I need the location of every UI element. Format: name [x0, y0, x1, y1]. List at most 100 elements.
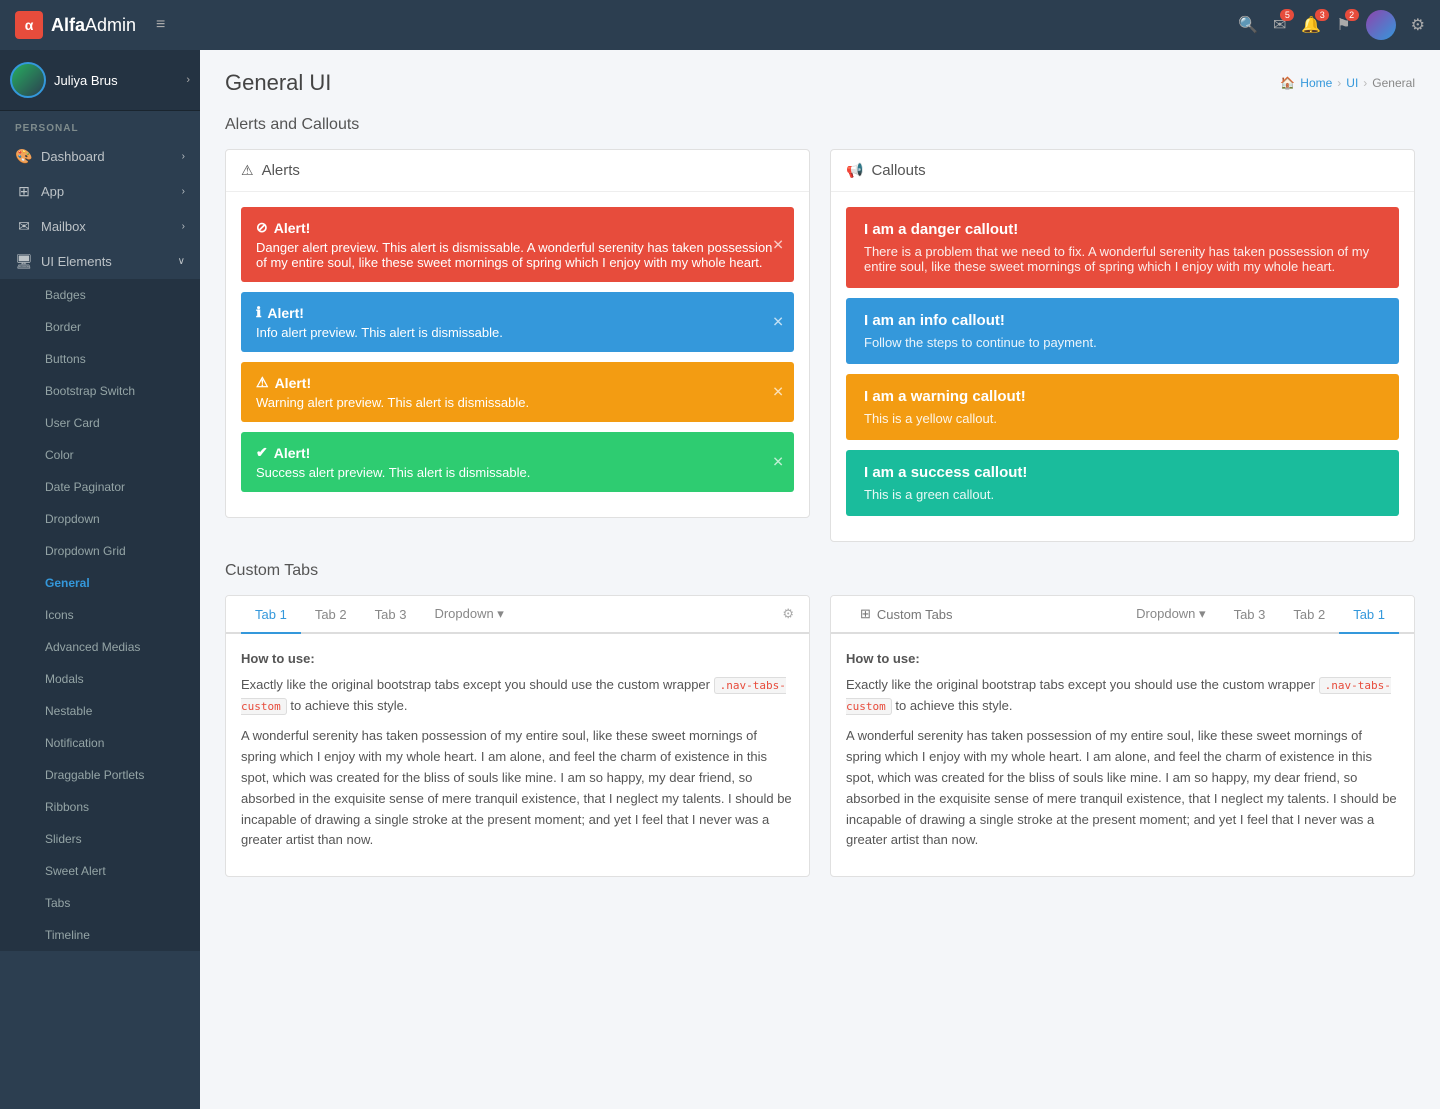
bell-badge: 3	[1315, 9, 1329, 21]
user-avatar[interactable]	[1366, 10, 1396, 40]
callout-success-title: I am a success callout!	[864, 464, 1381, 481]
callout-info-title: I am an info callout!	[864, 312, 1381, 329]
submenu-timeline[interactable]: Timeline	[0, 919, 200, 951]
alert-danger-close[interactable]: ✕	[772, 236, 784, 253]
navbar-right: 🔍 ✉ 5 🔔 3 ⚑ 2 ⚙	[1238, 10, 1425, 40]
flag-badge: 2	[1345, 9, 1359, 21]
sidebar-item-dashboard[interactable]: 🎨 Dashboard ›	[0, 139, 200, 174]
submenu-badges[interactable]: Badges	[0, 279, 200, 311]
submenu-bootstrap-switch[interactable]: Bootstrap Switch	[0, 375, 200, 407]
callout-success-text: This is a green callout.	[864, 487, 1381, 502]
tabs-right-nav: ⊞ Custom Tabs Dropdown ▾ Tab 3 Tab 2 Tab…	[831, 596, 1414, 634]
sidebar-avatar	[10, 62, 46, 98]
navbar-toggle-button[interactable]: ≡	[156, 16, 165, 34]
search-icon[interactable]: 🔍	[1238, 15, 1258, 35]
tabs-left-content: How to use: Exactly like the original bo…	[226, 634, 809, 876]
submenu-sweet-alert[interactable]: Sweet Alert	[0, 855, 200, 887]
callout-warning-title: I am a warning callout!	[864, 388, 1381, 405]
breadcrumb-home-icon: 🏠	[1280, 76, 1295, 90]
alert-success-close[interactable]: ✕	[772, 454, 784, 471]
submenu-sliders[interactable]: Sliders	[0, 823, 200, 855]
settings-icon[interactable]: ⚙	[1411, 15, 1425, 35]
submenu-advanced-medias[interactable]: Advanced Medias	[0, 631, 200, 663]
flag-icon[interactable]: ⚑ 2	[1336, 15, 1350, 35]
submenu-buttons[interactable]: Buttons	[0, 343, 200, 375]
main-content: General UI 🏠 Home › UI › General Alerts …	[200, 50, 1440, 1109]
submenu-date-paginator[interactable]: Date Paginator	[0, 471, 200, 503]
brand-icon: α	[15, 11, 43, 39]
submenu-user-card[interactable]: User Card	[0, 407, 200, 439]
alert-success-title: ✔ Alert!	[256, 444, 779, 461]
tab-left-dropdown[interactable]: Dropdown ▾	[420, 596, 517, 634]
alert-warning-close[interactable]: ✕	[772, 384, 784, 401]
tab-left-1[interactable]: Tab 1	[241, 597, 301, 634]
dashboard-icon: 🎨	[15, 148, 33, 165]
sidebar-user-name: Juliya Brus	[54, 73, 186, 88]
callouts-header-icon: 📢	[846, 162, 863, 179]
callouts-panel-title: Callouts	[871, 162, 925, 179]
submenu-tabs[interactable]: Tabs	[0, 887, 200, 919]
sidebar-user[interactable]: Juliya Brus ›	[0, 50, 200, 111]
tabs-left-body-text: A wonderful serenity has taken possessio…	[241, 726, 794, 851]
bell-icon[interactable]: 🔔 3	[1301, 15, 1321, 35]
sidebar-item-ui-elements[interactable]: 🖥 UI Elements ∨	[0, 244, 200, 279]
sidebar-item-mailbox[interactable]: ✉ Mailbox ›	[0, 209, 200, 244]
submenu-ribbons[interactable]: Ribbons	[0, 791, 200, 823]
ui-elements-icon: 🖥	[15, 253, 33, 270]
tabs-right-panel: ⊞ Custom Tabs Dropdown ▾ Tab 3 Tab 2 Tab…	[830, 595, 1415, 877]
submenu-dropdown-grid[interactable]: Dropdown Grid	[0, 535, 200, 567]
submenu-draggable-portlets[interactable]: Draggable Portlets	[0, 759, 200, 791]
ui-elements-arrow-icon: ∨	[178, 256, 185, 267]
alert-info-close[interactable]: ✕	[772, 314, 784, 331]
page-title: General UI	[225, 70, 331, 96]
submenu-nestable[interactable]: Nestable	[0, 695, 200, 727]
alert-danger-icon: ⊘	[256, 219, 268, 236]
alert-warning-title: ⚠ Alert!	[256, 374, 779, 391]
tab-right-dropdown[interactable]: Dropdown ▾	[1122, 596, 1219, 634]
breadcrumb-home[interactable]: Home	[1300, 76, 1332, 90]
sidebar-section-personal: PERSONAL	[0, 111, 200, 139]
submenu-border[interactable]: Border	[0, 311, 200, 343]
alerts-panel-col: ⚠ Alerts ⊘ Alert! Danger alert preview. …	[225, 149, 810, 542]
submenu-notification[interactable]: Notification	[0, 727, 200, 759]
tabs-section-title: Custom Tabs	[225, 562, 1415, 580]
how-to-line1-right: Exactly like the original bootstrap tabs…	[846, 675, 1399, 717]
sidebar-item-label-mailbox: Mailbox	[41, 219, 86, 234]
tab-right-3[interactable]: Tab 3	[1220, 597, 1280, 634]
dashboard-arrow-icon: ›	[182, 151, 185, 162]
alert-info-icon: ℹ	[256, 304, 261, 321]
submenu-color[interactable]: Color	[0, 439, 200, 471]
brand-text: AlfaAdmin	[51, 15, 136, 36]
tab-right-1[interactable]: Tab 1	[1339, 597, 1399, 634]
email-badge: 5	[1280, 9, 1294, 21]
email-icon[interactable]: ✉ 5	[1273, 15, 1286, 35]
how-to-label-left: How to use:	[241, 649, 794, 670]
breadcrumb-sep1: ›	[1337, 76, 1341, 90]
alert-success-text: Success alert preview. This alert is dis…	[256, 465, 779, 480]
tabs-left-panel: Tab 1 Tab 2 Tab 3 Dropdown ▾ ⚙ How to us…	[225, 595, 810, 877]
tabs-row: Tab 1 Tab 2 Tab 3 Dropdown ▾ ⚙ How to us…	[225, 595, 1415, 877]
alert-warning-icon: ⚠	[256, 374, 269, 391]
custom-tabs-icon-label: ⊞ Custom Tabs	[846, 596, 967, 632]
breadcrumb-ui[interactable]: UI	[1346, 76, 1358, 90]
tab-right-2[interactable]: Tab 2	[1279, 597, 1339, 634]
tab-left-3[interactable]: Tab 3	[361, 597, 421, 634]
app-arrow-icon: ›	[182, 186, 185, 197]
alerts-panel-body: ⊘ Alert! Danger alert preview. This aler…	[226, 192, 809, 517]
callout-danger: I am a danger callout! There is a proble…	[846, 207, 1399, 288]
mailbox-arrow-icon: ›	[182, 221, 185, 232]
breadcrumb: 🏠 Home › UI › General	[1280, 76, 1415, 90]
sidebar-item-app[interactable]: ⊞ App ›	[0, 174, 200, 209]
alert-danger-title: ⊘ Alert!	[256, 219, 779, 236]
alert-info: ℹ Alert! Info alert preview. This alert …	[241, 292, 794, 352]
tabs-right-col: ⊞ Custom Tabs Dropdown ▾ Tab 3 Tab 2 Tab…	[830, 595, 1415, 877]
callout-danger-text: There is a problem that we need to fix. …	[864, 244, 1381, 274]
alert-danger-text: Danger alert preview. This alert is dism…	[256, 240, 779, 270]
custom-tabs-header-title: Custom Tabs	[877, 607, 953, 622]
submenu-modals[interactable]: Modals	[0, 663, 200, 695]
submenu-dropdown[interactable]: Dropdown	[0, 503, 200, 535]
tab-left-2[interactable]: Tab 2	[301, 597, 361, 634]
submenu-general[interactable]: General	[0, 567, 200, 599]
submenu-icons[interactable]: Icons	[0, 599, 200, 631]
tab-left-settings-icon[interactable]: ⚙	[782, 606, 794, 622]
